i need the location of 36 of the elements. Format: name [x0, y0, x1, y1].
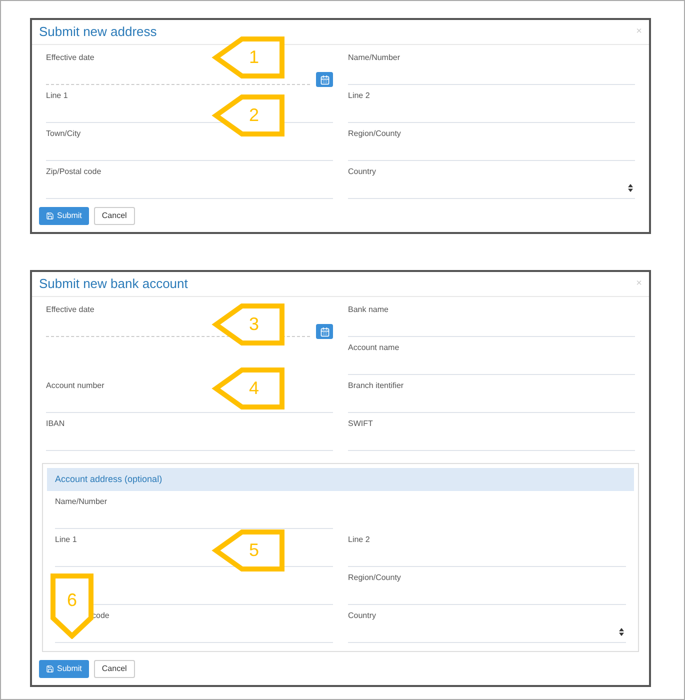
- field-label: Name/Number: [348, 53, 400, 63]
- calendar-icon: [320, 74, 330, 84]
- submit-button[interactable]: Submit: [39, 207, 89, 225]
- field-label: Zip/Postal code: [46, 167, 102, 177]
- dialog-title: Submit new bank account: [39, 275, 188, 294]
- field-label: Country: [348, 167, 376, 177]
- field-label: Country: [348, 611, 376, 621]
- field-label: Line 1: [55, 535, 77, 545]
- field-label: Bank name: [348, 305, 388, 315]
- field-label: Town/City: [46, 129, 81, 139]
- field-label: Effective date: [46, 53, 94, 63]
- field-label: IBAN: [46, 419, 65, 429]
- sort-arrows-icon: [619, 628, 624, 636]
- submit-button[interactable]: Submit: [39, 660, 89, 678]
- cancel-button[interactable]: Cancel: [94, 207, 135, 225]
- field-label: Account number: [46, 381, 104, 391]
- calendar-button[interactable]: [316, 72, 333, 87]
- field-label: Name/Number: [55, 497, 108, 507]
- calendar-button[interactable]: [316, 324, 333, 339]
- save-icon: [46, 212, 54, 220]
- field-label: Region/County: [348, 573, 401, 583]
- field-label: Line 1: [46, 91, 68, 101]
- field-label: Effective date: [46, 305, 94, 315]
- field-label: Account name: [348, 343, 400, 353]
- calendar-icon: [320, 326, 330, 336]
- save-icon: [46, 665, 54, 673]
- field-label: Line 2: [348, 535, 370, 545]
- sort-arrows-icon: [628, 184, 633, 192]
- field-label: Branch itentifier: [348, 381, 404, 391]
- field-label: SWIFT: [348, 419, 373, 429]
- dialog-title: Submit new address: [39, 23, 157, 42]
- field-label: Region/County: [348, 129, 401, 139]
- cancel-button[interactable]: Cancel: [94, 660, 135, 678]
- section-header: Account address (optional): [47, 468, 634, 491]
- callout-tooltip: 6: [50, 573, 94, 639]
- field-label: Line 2: [348, 91, 370, 101]
